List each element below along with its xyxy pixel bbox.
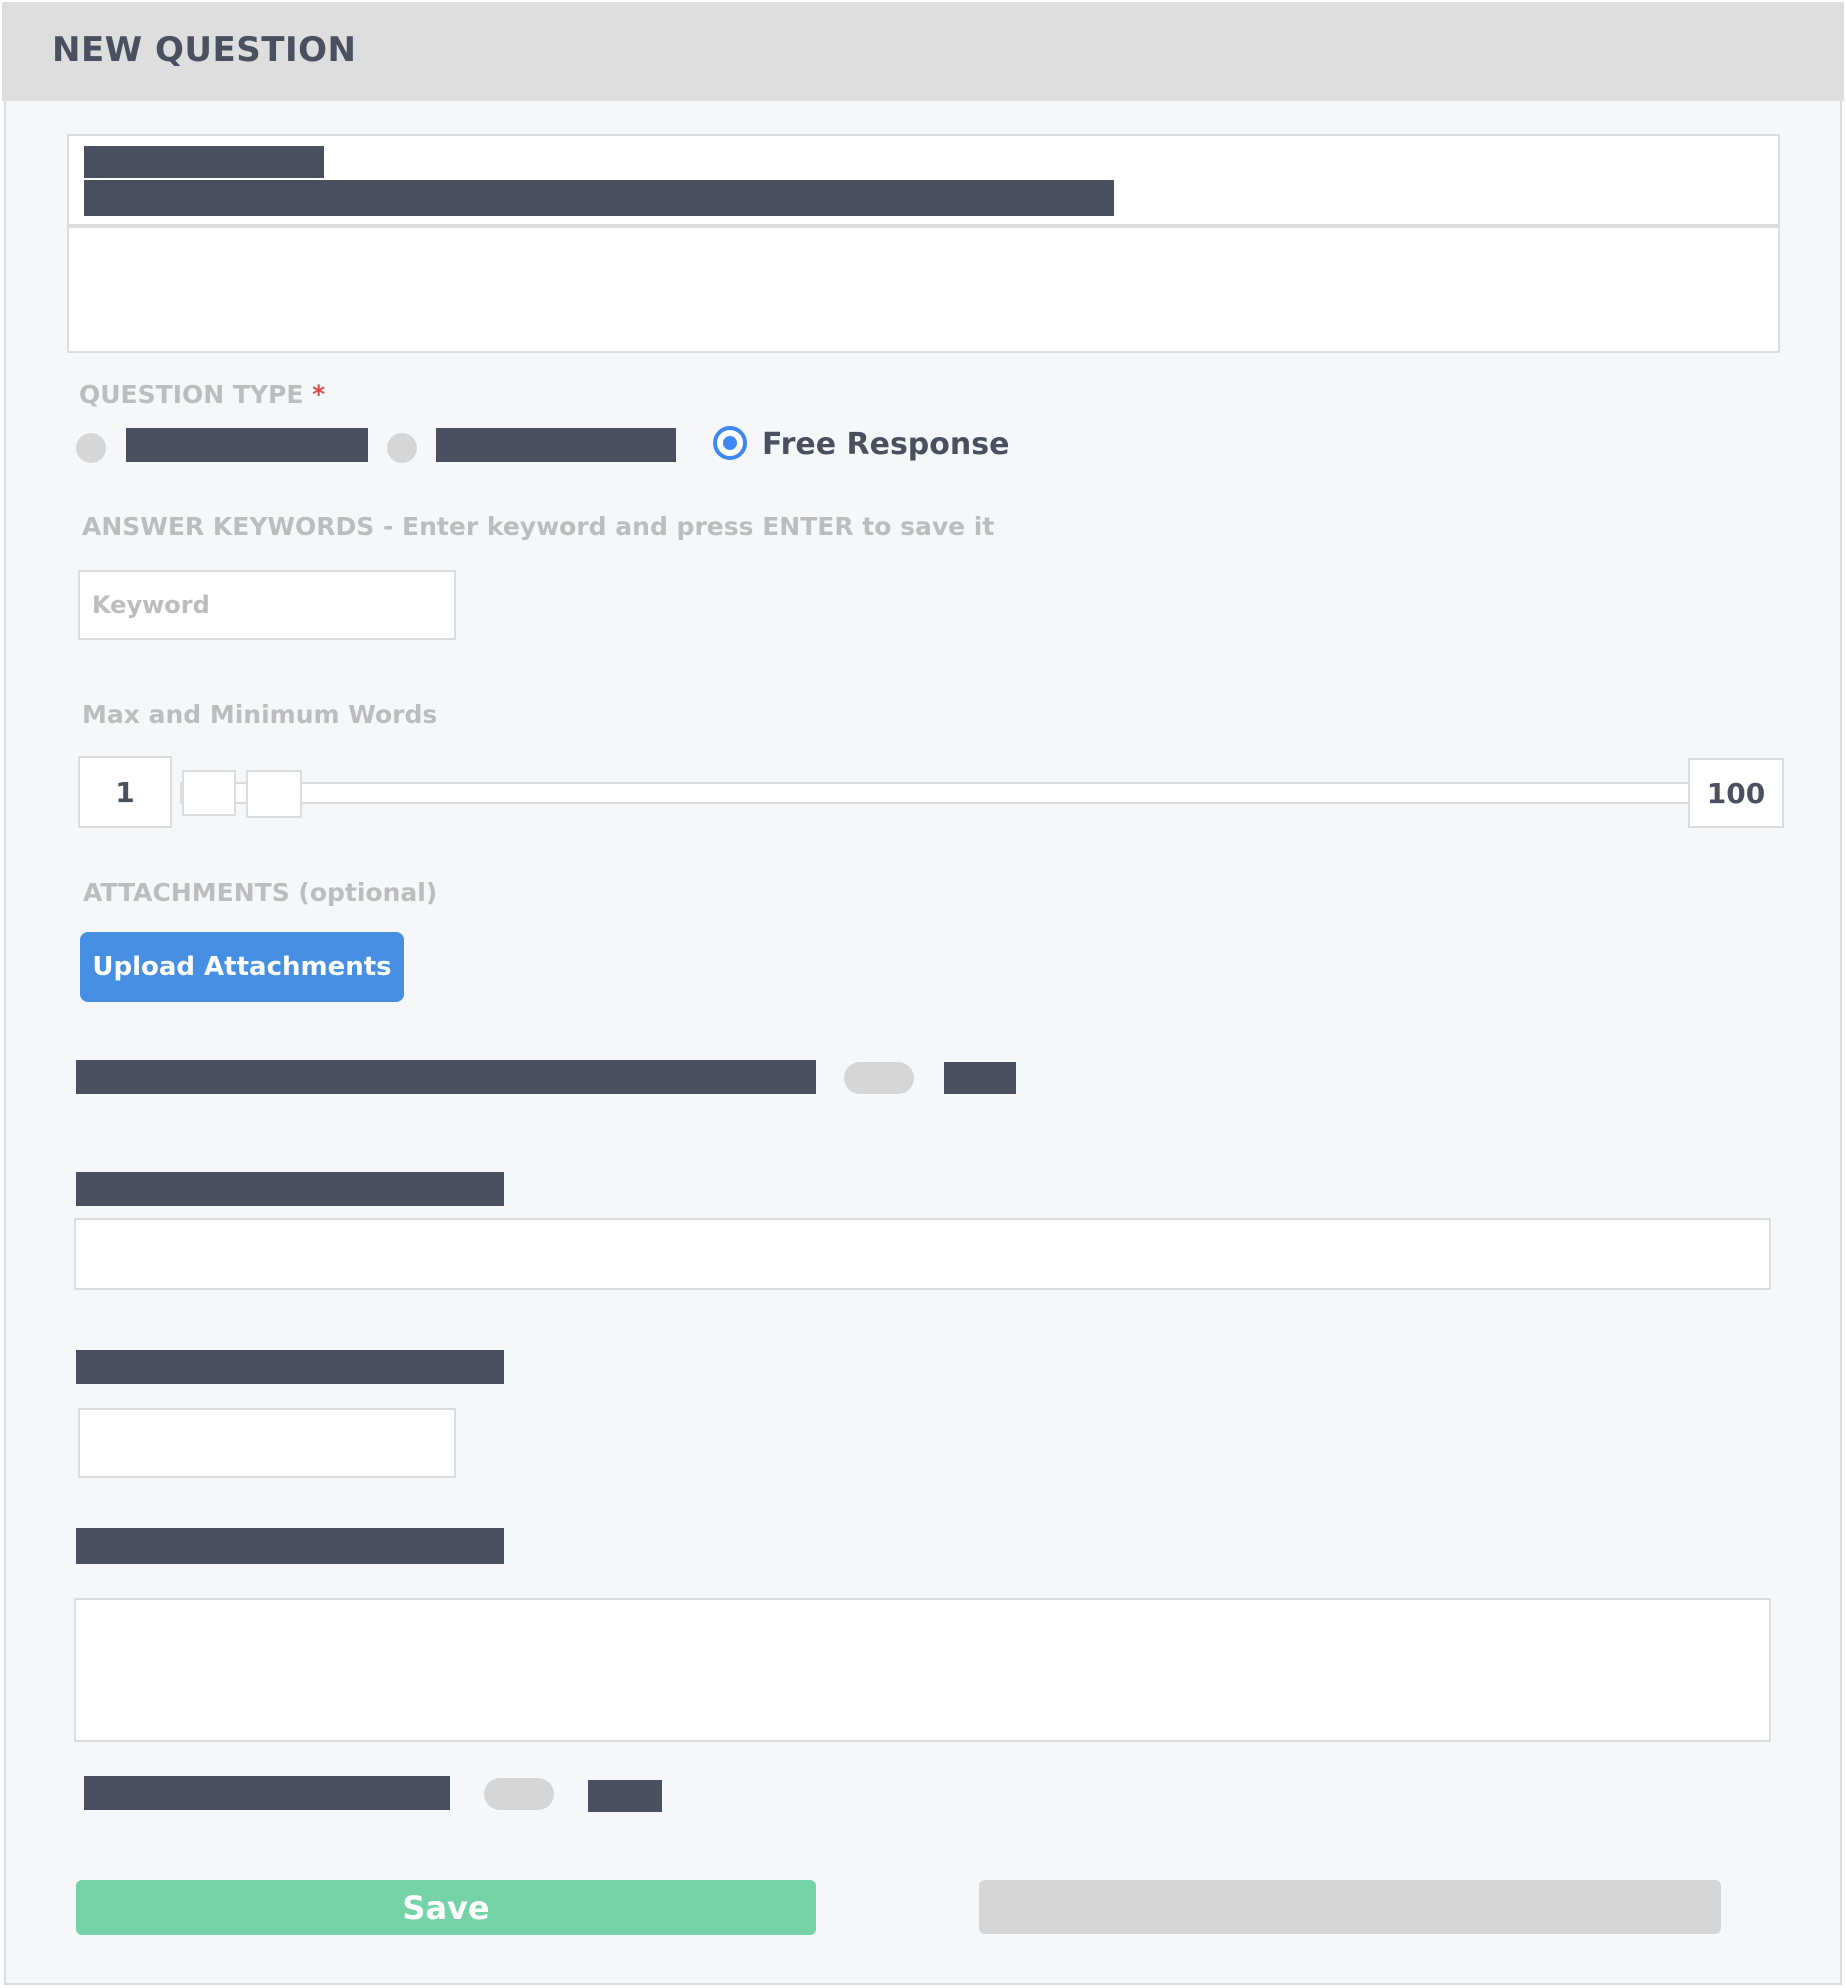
- required-marker: *: [312, 380, 326, 409]
- max-words-box[interactable]: 100: [1688, 758, 1784, 828]
- question-type-label: QUESTION TYPE *: [79, 380, 325, 409]
- keyword-input[interactable]: [78, 570, 456, 640]
- max-range-thumb[interactable]: [246, 770, 302, 818]
- redacted-question-line-2: [84, 180, 1114, 216]
- save-button[interactable]: Save: [76, 1880, 816, 1935]
- redacted-field-label-3: [76, 1528, 504, 1564]
- word-range-track[interactable]: [180, 782, 1690, 804]
- min-range-thumb[interactable]: [182, 770, 236, 816]
- toggle-switch-1[interactable]: [844, 1062, 914, 1094]
- redacted-toggle-label-2: [84, 1776, 450, 1810]
- radio-option-1[interactable]: [76, 433, 106, 463]
- secondary-button[interactable]: [979, 1880, 1721, 1934]
- radio-option-2[interactable]: [387, 433, 417, 463]
- upload-attachments-button[interactable]: Upload Attachments: [80, 932, 404, 1002]
- redacted-option-1-label: [126, 428, 368, 462]
- toggle-switch-2[interactable]: [484, 1778, 554, 1810]
- editor-divider: [67, 224, 1780, 228]
- redacted-toggle-state-1: [944, 1062, 1016, 1094]
- redacted-field-label-2: [76, 1350, 504, 1384]
- page-title: NEW QUESTION: [52, 30, 357, 70]
- redacted-toggle-state-2: [588, 1780, 662, 1812]
- radio-selected-dot: [723, 436, 737, 450]
- max-words-value: 100: [1706, 776, 1766, 810]
- attachments-label: ATTACHMENTS (optional): [83, 878, 438, 907]
- text-field-2[interactable]: [78, 1408, 456, 1478]
- redacted-option-2-label: [436, 428, 676, 462]
- textarea-field-3[interactable]: [74, 1598, 1771, 1742]
- redacted-field-label-1: [76, 1172, 504, 1206]
- word-limits-label: Max and Minimum Words: [82, 700, 438, 729]
- redacted-toggle-label-1: [76, 1060, 816, 1094]
- answer-keywords-label: ANSWER KEYWORDS - Enter keyword and pres…: [82, 512, 995, 541]
- min-words-box[interactable]: 1: [78, 756, 172, 828]
- redacted-question-line-1: [84, 146, 324, 178]
- radio-free-response[interactable]: [713, 426, 747, 460]
- min-words-value: 1: [115, 775, 135, 809]
- question-type-label-text: QUESTION TYPE: [79, 380, 304, 409]
- text-field-1[interactable]: [74, 1218, 1771, 1290]
- free-response-label[interactable]: Free Response: [762, 427, 1009, 462]
